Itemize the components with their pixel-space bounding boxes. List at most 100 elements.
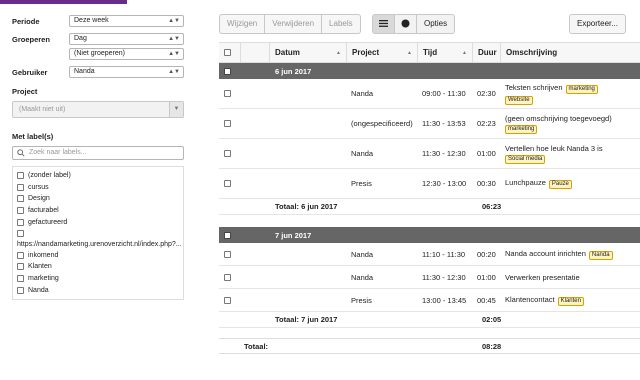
row-checkbox[interactable] — [224, 273, 231, 281]
groeperen-value-1: Dag — [74, 35, 87, 42]
table-row[interactable]: (ongespecificeerd) 11:30 - 13:53 02:23 (… — [219, 109, 640, 139]
day-group-header: 7 jun 2017 — [219, 227, 640, 243]
label-item-url[interactable] — [17, 228, 179, 240]
row-checkbox[interactable] — [224, 120, 231, 127]
day-date: 6 jun 2017 — [275, 66, 312, 76]
tag-badge[interactable]: Pauze — [548, 180, 572, 189]
list-view-button[interactable] — [372, 14, 395, 34]
grand-total-value: 08:28 — [482, 341, 502, 351]
groeperen-row-2: (Niet groeperen) ▲▼ — [12, 47, 184, 61]
row-tijd: 11:10 - 11:30 — [422, 249, 466, 259]
checkbox[interactable] — [17, 195, 24, 203]
gebruiker-select[interactable]: Nanda ▲▼ — [69, 66, 184, 78]
row-cb-cell — [219, 120, 240, 127]
row-tags-line: Website — [505, 94, 640, 105]
col-project[interactable]: Project ▲ — [346, 42, 417, 63]
label-item[interactable]: gefactureerd — [17, 216, 179, 228]
table-row[interactable]: Nanda 11:10 - 11:30 00:20 Nanda account … — [219, 243, 640, 266]
tag-badge[interactable]: Nanda — [588, 250, 613, 260]
label-list[interactable]: (zonder label) cursus Design facturabel … — [12, 166, 184, 300]
table-row[interactable]: Presis 12:30 - 13:00 00:30 Lunchpauze Pau… — [219, 169, 640, 199]
row-cb-cell — [219, 150, 240, 157]
grand-total-row: Totaal: 08:28 — [219, 338, 640, 354]
header-gap — [240, 42, 269, 63]
checkbox[interactable] — [17, 207, 24, 215]
day-checkbox[interactable] — [224, 67, 231, 75]
label-text: cursus — [28, 183, 49, 191]
tag-badge[interactable]: marketing — [505, 124, 538, 134]
checkbox[interactable] — [17, 230, 24, 238]
labels-button[interactable]: Labels — [322, 14, 361, 34]
row-checkbox[interactable] — [224, 90, 231, 97]
checkbox[interactable] — [17, 251, 24, 259]
groeperen-select-1[interactable]: Dag ▲▼ — [69, 33, 184, 45]
row-oms-text: Vertellen hoe leuk Nanda 3 is — [505, 143, 603, 153]
dropdown-caret-icon[interactable]: ▼ — [169, 102, 183, 117]
action-toolbar: Wijzigen Verwijderen Labels — [219, 14, 361, 34]
col-duur[interactable]: Duur — [472, 42, 500, 63]
label-item[interactable]: (zonder label) — [17, 170, 179, 182]
table-row[interactable]: Presis 13:00 - 13:45 00:45 Klantencontac… — [219, 289, 640, 312]
export-button[interactable]: Exporteer... — [569, 14, 626, 34]
label-item[interactable]: facturabel — [17, 205, 179, 217]
row-checkbox[interactable] — [224, 180, 231, 187]
row-tags-line: marketing — [505, 123, 640, 134]
project-select[interactable]: (Maakt niet uit) ▼ — [12, 101, 184, 118]
col-tijd[interactable]: Tijd ▲ — [417, 42, 472, 63]
brand-accent-bar — [0, 0, 127, 4]
label-item[interactable]: Design — [17, 193, 179, 205]
day-total-label: Totaal: 6 jun 2017 — [275, 202, 338, 211]
select-all-checkbox[interactable] — [224, 49, 231, 56]
row-omschrijving: Vertellen hoe leuk Nanda 3 is Social med… — [500, 144, 640, 164]
labels-label: Met label(s) — [12, 132, 54, 141]
label-search-input[interactable]: Zoek naar labels... — [12, 146, 184, 160]
select-arrows-icon: ▲▼ — [168, 51, 180, 57]
col-datum-label: Datum — [275, 48, 300, 57]
day-checkbox[interactable] — [224, 231, 231, 239]
label-text: inkomend — [28, 251, 59, 259]
table-row[interactable]: Nanda 09:00 - 11:30 02:30 Teksten schrij… — [219, 79, 640, 109]
periode-select[interactable]: Deze week ▲▼ — [69, 15, 184, 27]
row-oms-line: Nanda account inrichten Nanda — [505, 249, 640, 260]
project-label: Project — [12, 87, 38, 96]
groeperen-select-2[interactable]: (Niet groeperen) ▲▼ — [69, 48, 184, 60]
col-datum[interactable]: Datum ▲ — [269, 42, 346, 63]
checkbox[interactable] — [17, 172, 24, 180]
label-item[interactable]: Klanten — [17, 261, 179, 273]
table-row[interactable]: Nanda 11:30 - 12:30 01:00 Verwerken pres… — [219, 266, 640, 289]
label-item[interactable]: marketing — [17, 273, 179, 285]
day-cb-cell — [219, 67, 240, 75]
row-checkbox[interactable] — [224, 150, 231, 157]
row-tijd: 09:00 - 11:30 — [422, 89, 466, 98]
row-oms-line: Klantencontact Klanten — [505, 295, 640, 306]
checkbox[interactable] — [17, 275, 24, 283]
label-item[interactable]: inkomend — [17, 250, 179, 262]
row-duur: 02:30 — [477, 89, 496, 98]
row-project: Presis — [351, 295, 372, 305]
tag-badge[interactable]: marketing — [565, 84, 598, 94]
checkbox[interactable] — [17, 263, 24, 271]
label-text: marketing — [28, 275, 59, 283]
col-omschrijving[interactable]: Omschrijving — [500, 42, 640, 63]
row-duur: 01:00 — [477, 149, 496, 158]
checkbox[interactable] — [17, 183, 24, 191]
table-row[interactable]: Nanda 11:30 - 12:30 01:00 Vertellen hoe … — [219, 139, 640, 169]
chart-view-button[interactable] — [395, 14, 417, 34]
label-item[interactable]: cursus — [17, 182, 179, 194]
checkbox[interactable] — [17, 218, 24, 226]
row-duur: 02:23 — [477, 119, 496, 128]
label-item[interactable]: Nanda — [17, 284, 179, 296]
tag-badge[interactable]: Klanten — [557, 296, 584, 306]
col-project-label: Project — [352, 48, 380, 57]
day-total-value: 06:23 — [482, 202, 502, 211]
tag-badge[interactable]: Social media — [505, 154, 546, 164]
options-button[interactable]: Opties — [417, 14, 456, 34]
row-checkbox[interactable] — [224, 296, 231, 304]
row-checkbox[interactable] — [224, 250, 231, 258]
tag-badge[interactable]: Website — [505, 95, 533, 105]
delete-button[interactable]: Verwijderen — [265, 14, 323, 34]
sort-asc-icon: ▲ — [336, 49, 341, 56]
label-text: Nanda — [28, 286, 49, 294]
checkbox[interactable] — [17, 286, 24, 294]
edit-button[interactable]: Wijzigen — [219, 14, 266, 34]
